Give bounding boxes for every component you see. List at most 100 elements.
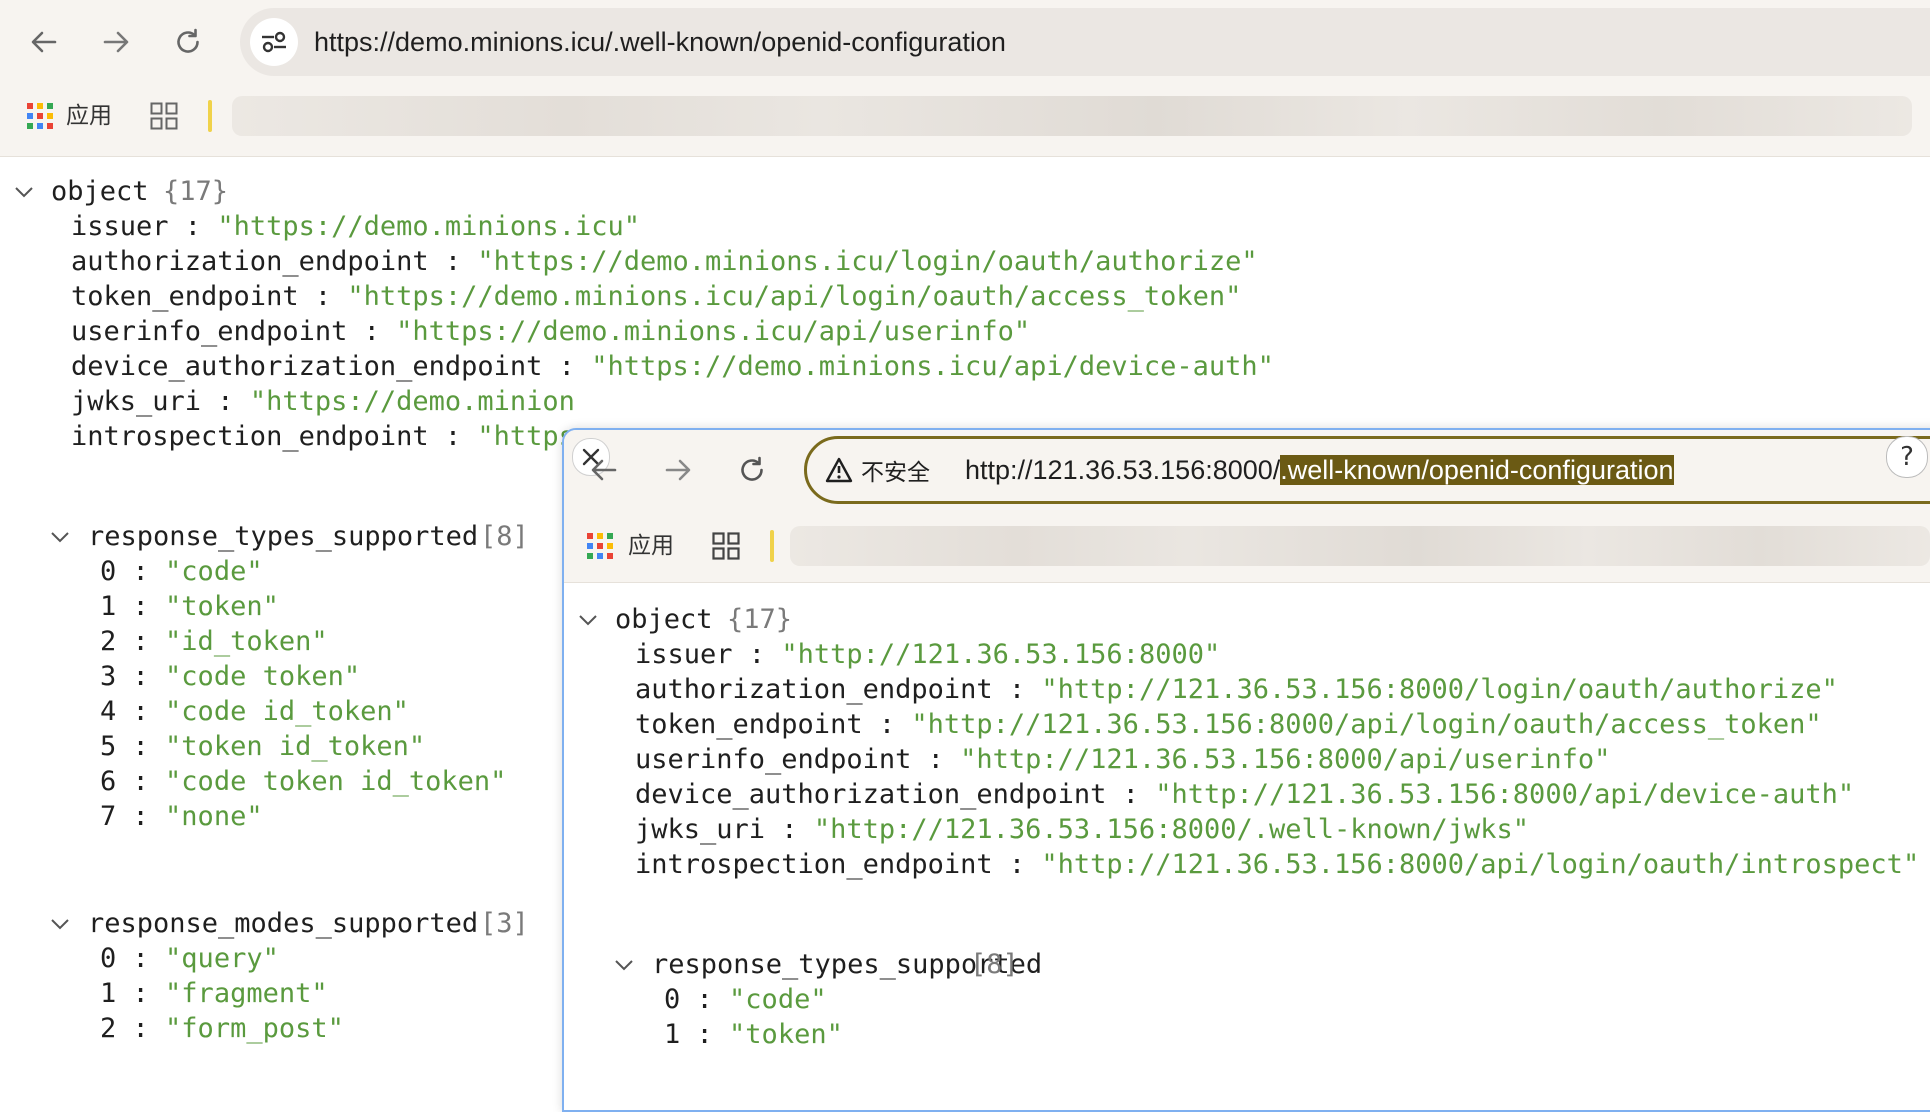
json-key: introspection_endpoint	[635, 849, 993, 880]
json-index: 7	[100, 801, 117, 832]
json-colon: :	[116, 978, 166, 1009]
json-string-value[interactable]: "http://121.36.53.156:8000/api/login/oau…	[911, 709, 1821, 740]
json-key: token_endpoint	[71, 281, 299, 312]
json-index: 1	[664, 1019, 681, 1050]
bookmark-folder-marker	[208, 100, 212, 132]
url-selection: .well-known/openid-configuration	[1280, 455, 1674, 485]
json-string-value[interactable]: "code id_token"	[165, 696, 409, 727]
json-string-value[interactable]: "code token"	[165, 661, 360, 692]
arrow-left-icon	[31, 31, 57, 53]
json-string-value[interactable]: "query"	[165, 943, 279, 974]
json-string-value[interactable]: "form_post"	[165, 1013, 344, 1044]
json-string-value[interactable]: "fragment"	[165, 978, 328, 1009]
json-field-row[interactable]: introspection_endpoint : "http://121.36.…	[635, 843, 1919, 886]
json-colon: :	[201, 386, 250, 417]
help-button[interactable]: ?	[1886, 436, 1928, 478]
json-string-value[interactable]: "https://demo.minions.icu/api/device-aut…	[591, 351, 1274, 382]
json-colon: :	[992, 849, 1042, 880]
overlay-browser-window[interactable]: 不安全 http://121.36.53.156:8000/.well-know…	[562, 428, 1930, 1112]
tab-groups-icon[interactable]	[150, 102, 178, 130]
url-base: http://121.36.53.156:8000/	[965, 455, 1281, 485]
json-key: jwks_uri	[71, 386, 202, 417]
apps-grid-icon[interactable]	[586, 532, 614, 560]
chevron-down-icon[interactable]	[50, 914, 70, 934]
json-string-value[interactable]: "http://121.36.53.156:8000/login/oauth/a…	[1041, 674, 1838, 705]
chevron-down-icon[interactable]	[50, 527, 70, 547]
json-string-value[interactable]: "token"	[165, 591, 279, 622]
json-array-item[interactable]: 7 : "none"	[100, 795, 263, 838]
json-string-value[interactable]: "http://121.36.53.156:8000/api/device-au…	[1155, 779, 1854, 810]
json-string-value[interactable]: "https://demo.minion	[250, 386, 575, 417]
json-index: 6	[100, 766, 117, 797]
json-string-value[interactable]: "https://demo.minions.icu/api/login/oaut…	[347, 281, 1241, 312]
json-colon: :	[116, 801, 166, 832]
reload-button[interactable]	[168, 22, 208, 62]
chevron-down-icon[interactable]	[614, 955, 634, 975]
back-button[interactable]	[24, 22, 64, 62]
json-string-value[interactable]: "id_token"	[165, 626, 328, 657]
json-colon: :	[911, 744, 961, 775]
arrow-right-icon	[103, 31, 129, 53]
forward-button[interactable]	[658, 450, 698, 490]
json-string-value[interactable]: "code"	[165, 556, 263, 587]
json-key: userinfo_endpoint	[635, 744, 912, 775]
json-colon: :	[298, 281, 348, 312]
json-key: authorization_endpoint	[635, 674, 993, 705]
forward-button[interactable]	[96, 22, 136, 62]
chevron-down-icon[interactable]	[14, 182, 34, 202]
url-text[interactable]: https://demo.minions.icu/.well-known/ope…	[314, 8, 1006, 76]
back-button[interactable]	[584, 450, 624, 490]
address-bar[interactable]: 不安全 http://121.36.53.156:8000/.well-know…	[804, 436, 1930, 504]
tab-groups-icon[interactable]	[712, 532, 740, 560]
arrow-right-icon	[665, 459, 691, 481]
site-info-button[interactable]	[250, 18, 298, 66]
json-string-value[interactable]: "https://demo.minions.icu/api/userinfo"	[396, 316, 1030, 347]
json-viewer: object {17} issuer : "http://121.36.53.1…	[564, 598, 1930, 1110]
json-string-value[interactable]: "https://demo.minions.icu"	[217, 211, 640, 242]
json-colon: :	[116, 591, 166, 622]
apps-bookmark-label[interactable]: 应用	[628, 524, 674, 568]
json-array-item[interactable]: 1 : "token"	[664, 1013, 843, 1056]
json-index: 0	[100, 556, 117, 587]
json-index: 1	[100, 978, 117, 1009]
json-string-value[interactable]: "none"	[165, 801, 263, 832]
apps-grid-icon[interactable]	[26, 102, 54, 130]
chevron-down-icon[interactable]	[578, 610, 598, 630]
json-array-count: [3]	[480, 908, 529, 939]
arrow-left-icon	[591, 459, 617, 481]
json-colon: :	[992, 674, 1042, 705]
json-key: introspection_endpoint	[71, 421, 429, 452]
json-string-value[interactable]: "http://121.36.53.156:8000/.well-known/j…	[814, 814, 1529, 845]
json-colon: :	[542, 351, 592, 382]
apps-bookmark-label[interactable]: 应用	[66, 94, 112, 138]
url-text[interactable]: http://121.36.53.156:8000/.well-known/op…	[965, 439, 1674, 501]
json-string-value[interactable]: "code token id_token"	[165, 766, 506, 797]
bookmarks-obscured	[790, 526, 1930, 566]
json-index: 3	[100, 661, 117, 692]
json-key: jwks_uri	[635, 814, 766, 845]
json-string-value[interactable]: "token id_token"	[165, 731, 425, 762]
json-key: issuer	[71, 211, 169, 242]
json-key: issuer	[635, 639, 733, 670]
json-colon: :	[765, 814, 814, 845]
bookmarks-bar: 应用	[0, 94, 1930, 138]
address-bar[interactable]: https://demo.minions.icu/.well-known/ope…	[240, 8, 1930, 76]
security-label: 不安全	[861, 460, 930, 486]
json-array-item[interactable]: 2 : "form_post"	[100, 1007, 344, 1050]
json-colon: :	[116, 661, 166, 692]
json-string-value[interactable]: "https://demo.minions.icu/login/oauth/au…	[477, 246, 1257, 277]
json-colon: :	[1106, 779, 1156, 810]
json-string-value[interactable]: "https	[477, 421, 575, 452]
json-string-value[interactable]: "token"	[729, 1019, 843, 1050]
security-indicator[interactable]: 不安全	[825, 439, 930, 501]
json-string-value[interactable]: "http://121.36.53.156:8000"	[781, 639, 1220, 670]
reload-button[interactable]	[732, 450, 772, 490]
warning-triangle-icon	[825, 457, 853, 483]
json-string-value[interactable]: "http://121.36.53.156:8000/api/login/oau…	[1041, 849, 1919, 880]
json-index: 2	[100, 1013, 117, 1044]
json-field-row[interactable]: introspection_endpoint : "https	[71, 415, 575, 458]
json-string-value[interactable]: "code"	[729, 984, 827, 1015]
json-string-value[interactable]: "http://121.36.53.156:8000/api/userinfo"	[960, 744, 1610, 775]
json-colon: :	[116, 626, 166, 657]
tune-icon	[262, 31, 286, 53]
